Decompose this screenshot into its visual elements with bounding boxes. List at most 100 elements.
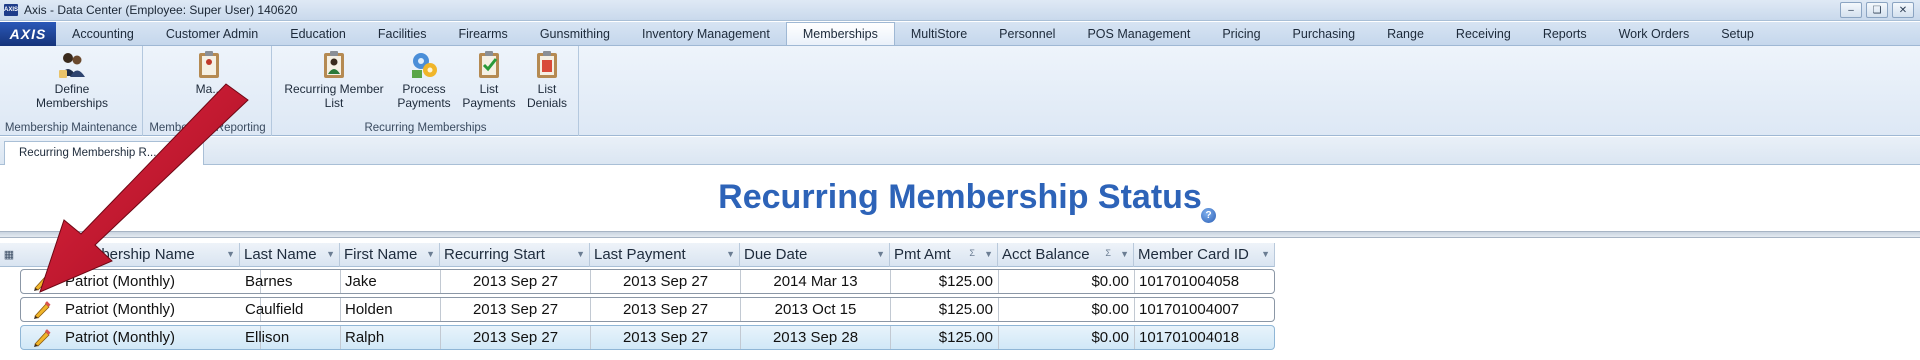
group-label-membership-maintenance: Membership Maintenance <box>4 122 138 134</box>
recurring-member-list-label: Recurring Member List <box>284 82 384 110</box>
tab-purchasing[interactable]: Purchasing <box>1277 22 1372 45</box>
edit-pencil-icon[interactable] <box>31 272 53 292</box>
tab-education[interactable]: Education <box>274 22 362 45</box>
group-membership-reporting: Ma... Membership Reporting <box>144 46 272 136</box>
filter-icon[interactable]: ▼ <box>1261 249 1270 259</box>
cell-member-card-id: 101701004007 <box>1139 301 1240 318</box>
restore-button[interactable]: ❏ <box>1866 2 1888 18</box>
column-label: Last Name <box>244 246 317 263</box>
cell-last-name: Ellison <box>241 326 341 349</box>
tab-multistore[interactable]: MultiStore <box>895 22 983 45</box>
tab-customer-admin[interactable]: Customer Admin <box>150 22 274 45</box>
cell-pmt-amt: $125.00 <box>891 270 999 293</box>
cell-due-date: 2013 Oct 15 <box>741 298 891 321</box>
filter-icon[interactable]: ▼ <box>1120 249 1129 259</box>
axis-logo[interactable]: AXIS <box>0 22 56 46</box>
denials-list-icon <box>537 51 557 78</box>
tab-reports[interactable]: Reports <box>1527 22 1603 45</box>
column-label: Member Card ID <box>1138 246 1249 263</box>
app-icon: AXIS <box>4 4 18 16</box>
tab-pos-management[interactable]: POS Management <box>1071 22 1206 45</box>
check-list-icon <box>479 51 499 78</box>
menu-bar: AXIS Accounting Customer Admin Education… <box>0 22 1920 46</box>
tab-facilities[interactable]: Facilities <box>362 22 443 45</box>
column-header-due-date[interactable]: Due Date ▼ <box>740 243 890 267</box>
cell-recurring-start: 2013 Sep 27 <box>441 298 591 321</box>
tab-personnel[interactable]: Personnel <box>983 22 1071 45</box>
document-tab-strip: Recurring Membership R... <box>0 137 1920 165</box>
column-header-first-name[interactable]: First Name ▼ <box>340 243 440 267</box>
people-icon <box>59 53 85 78</box>
tab-range[interactable]: Range <box>1371 22 1440 45</box>
column-header-pmt-amt[interactable]: Pmt Amt Σ ▼ <box>890 243 998 267</box>
list-payments-label: List Payments <box>462 82 516 110</box>
column-label: Acct Balance <box>1002 246 1090 263</box>
filter-icon[interactable]: ▼ <box>984 249 993 259</box>
column-label: Pmt Amt <box>894 246 951 263</box>
title-bar: AXIS Axis - Data Center (Employee: Super… <box>0 0 1920 21</box>
clipboard-icon <box>199 51 219 78</box>
column-header-last-name[interactable]: Last Name ▼ <box>240 243 340 267</box>
cell-pmt-amt: $125.00 <box>891 298 999 321</box>
summary-icon[interactable]: Σ <box>969 248 975 258</box>
filter-icon[interactable]: ▼ <box>726 249 735 259</box>
list-payments-button[interactable]: List Payments <box>459 50 519 110</box>
edit-pencil-icon[interactable] <box>31 300 53 320</box>
tab-accounting[interactable]: Accounting <box>56 22 150 45</box>
recurring-member-list-button[interactable]: Recurring Member List <box>279 50 389 110</box>
cell-member-card-id: 101701004018 <box>1139 329 1240 346</box>
filter-icon[interactable]: ▼ <box>576 249 585 259</box>
cell-first-name: Jake <box>341 270 441 293</box>
cell-membership-name: Patriot (Monthly) <box>61 326 261 349</box>
tab-receiving[interactable]: Receiving <box>1440 22 1527 45</box>
column-header-acct-balance[interactable]: Acct Balance Σ ▼ <box>998 243 1134 267</box>
cell-acct-balance: $0.00 <box>999 298 1135 321</box>
edit-pencil-icon[interactable] <box>31 328 53 348</box>
process-payments-icon <box>412 53 437 78</box>
filter-icon[interactable]: ▼ <box>426 249 435 259</box>
tab-work-orders[interactable]: Work Orders <box>1603 22 1706 45</box>
membership-report-button[interactable]: Ma... <box>184 50 234 96</box>
cell-recurring-start: 2013 Sep 27 <box>441 270 591 293</box>
column-label: Recurring Start <box>444 246 545 263</box>
cell-acct-balance: $0.00 <box>999 270 1135 293</box>
group-membership-maintenance: Define Memberships Membership Maintenanc… <box>0 46 143 136</box>
column-label: Last Payment <box>594 246 686 263</box>
column-header-last-payment[interactable]: Last Payment ▼ <box>590 243 740 267</box>
cell-recurring-start: 2013 Sep 27 <box>441 326 591 349</box>
tab-firearms[interactable]: Firearms <box>443 22 524 45</box>
table-row-selected[interactable]: Patriot (Monthly) Ellison Ralph 2013 Sep… <box>20 325 1275 350</box>
filter-icon[interactable]: ▼ <box>876 249 885 259</box>
group-label-recurring-memberships: Recurring Memberships <box>364 122 487 134</box>
close-button[interactable]: ✕ <box>1892 2 1914 18</box>
tab-inventory-management[interactable]: Inventory Management <box>626 22 786 45</box>
table-row[interactable]: Patriot (Monthly) Barnes Jake 2013 Sep 2… <box>20 269 1275 294</box>
cell-last-payment: 2013 Sep 27 <box>591 270 741 293</box>
window-title: Axis - Data Center (Employee: Super User… <box>24 3 298 17</box>
window-controls: – ❏ ✕ <box>1840 2 1914 18</box>
list-denials-button[interactable]: List Denials <box>519 50 575 110</box>
process-payments-button[interactable]: Process Payments <box>389 50 459 110</box>
column-header-member-card-id[interactable]: Member Card ID ▼ <box>1134 243 1275 267</box>
column-chooser-icon[interactable]: ▦ <box>2 247 16 261</box>
cell-pmt-amt: $125.00 <box>891 326 999 349</box>
tab-pricing[interactable]: Pricing <box>1206 22 1276 45</box>
tab-gunsmithing[interactable]: Gunsmithing <box>524 22 626 45</box>
filter-icon[interactable]: ▼ <box>226 249 235 259</box>
table-row[interactable]: Patriot (Monthly) Caulfield Holden 2013 … <box>20 297 1275 322</box>
minimize-button[interactable]: – <box>1840 2 1862 18</box>
filter-icon[interactable]: ▼ <box>326 249 335 259</box>
cell-due-date: 2014 Mar 13 <box>741 270 891 293</box>
help-icon[interactable]: ? <box>1201 208 1216 223</box>
group-label-membership-reporting: Membership Reporting <box>149 122 266 134</box>
tab-setup[interactable]: Setup <box>1705 22 1770 45</box>
tab-memberships[interactable]: Memberships <box>785 22 895 45</box>
page-title: Recurring Membership Status <box>718 178 1202 216</box>
column-header-recurring-start[interactable]: Recurring Start ▼ <box>440 243 590 267</box>
splitter-bar[interactable] <box>0 231 1920 238</box>
define-memberships-button[interactable]: Define Memberships <box>22 50 122 110</box>
column-header-membership-name[interactable]: Membership Name ▼ <box>20 243 240 267</box>
summary-icon[interactable]: Σ <box>1105 248 1111 258</box>
column-label: First Name <box>344 246 418 263</box>
doc-tab-recurring-membership-report[interactable]: Recurring Membership R... <box>4 141 204 165</box>
